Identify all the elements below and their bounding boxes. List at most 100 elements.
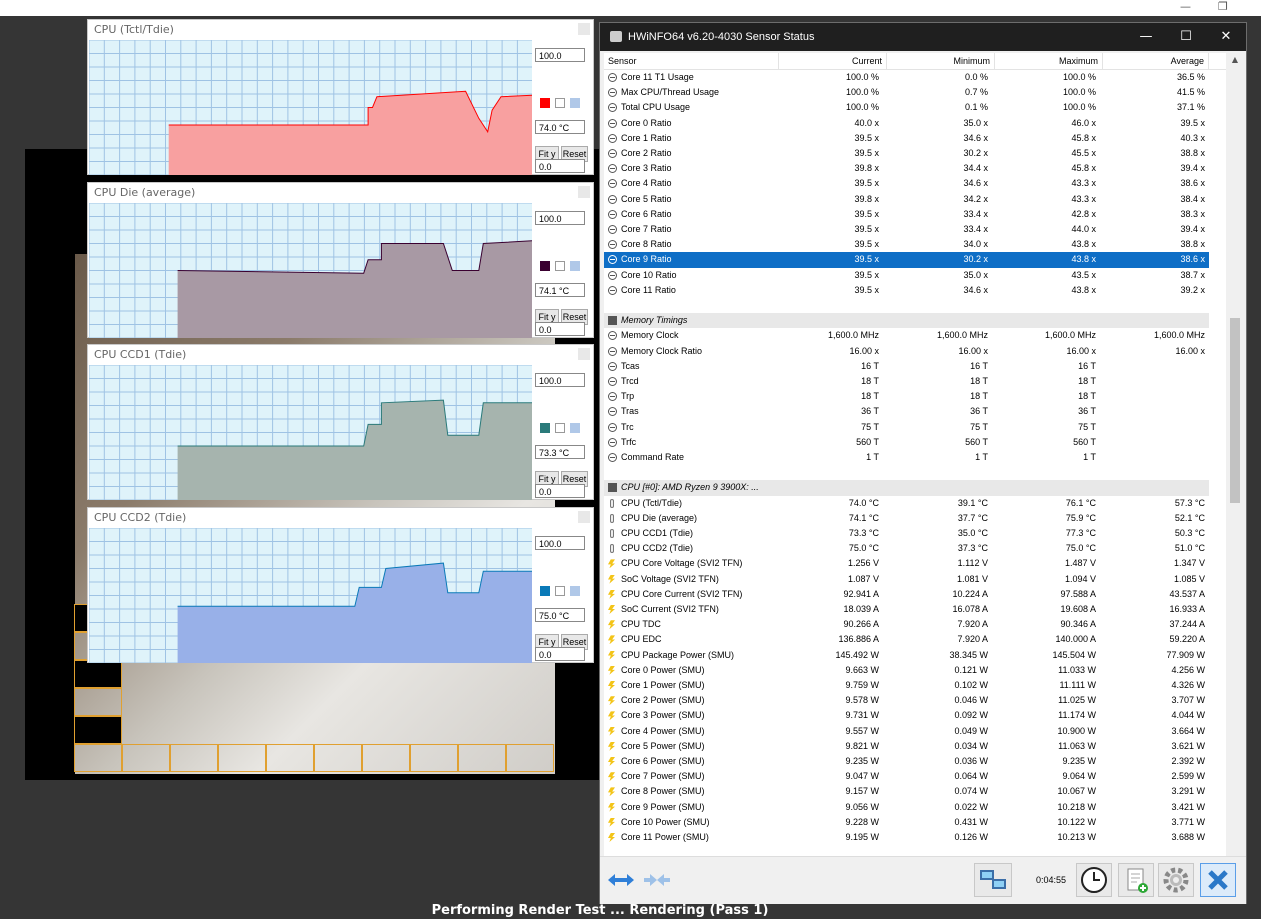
sensor-row[interactable]: CPU (Tctl/Tdie) 74.0 °C 39.1 °C 76.1 °C 57.3…	[604, 496, 1209, 511]
sensor-row[interactable]: Core 0 Ratio 40.0 x 35.0 x 46.0 x 39.5 x	[604, 116, 1209, 131]
vertical-scrollbar[interactable]: ▲ ▼	[1228, 53, 1242, 876]
sensor-average: 1,600.0 MHz	[1153, 330, 1205, 341]
clock-button[interactable]	[1076, 863, 1112, 897]
sensor-row[interactable]: Core 11 Power (SMU) 9.195 W 0.126 W 10.213 …	[604, 830, 1209, 845]
sensor-row[interactable]: Core 9 Ratio 39.5 x 30.2 x 43.8 x 38.6 x	[604, 252, 1209, 268]
sensor-row[interactable]: Trcd 18 T 18 T 18 T	[604, 374, 1209, 389]
sensor-row[interactable]: Core 5 Power (SMU) 9.821 W 0.034 W 11.063 W…	[604, 739, 1209, 754]
sensor-row[interactable]: Trp 18 T 18 T 18 T	[604, 389, 1209, 404]
sensor-row[interactable]: Core 8 Ratio 39.5 x 34.0 x 43.8 x 38.8 x	[604, 237, 1209, 252]
graph-close-icon[interactable]	[578, 511, 590, 523]
graph-close-icon[interactable]	[578, 348, 590, 360]
sensor-row[interactable]: Core 6 Ratio 39.5 x 33.4 x 42.8 x 38.3 x	[604, 207, 1209, 222]
sensor-row[interactable]: Tras 36 T 36 T 36 T	[604, 404, 1209, 419]
sensor-row[interactable]: CPU TDC 90.266 A 7.920 A 90.346 A 37.244 A	[604, 617, 1209, 632]
sensor-row[interactable]: Tcas 16 T 16 T 16 T	[604, 359, 1209, 374]
graph-close-icon[interactable]	[578, 186, 590, 198]
sensor-row[interactable]: SoC Current (SVI2 TFN) 18.039 A 16.078 A 19…	[604, 602, 1209, 617]
sensor-maximum: 75.0 °C	[1065, 543, 1096, 554]
sensor-row[interactable]: Core 10 Power (SMU) 9.228 W 0.431 W 10.122 …	[604, 815, 1209, 830]
sensor-row[interactable]: Core 3 Power (SMU) 9.731 W 0.092 W 11.174 W…	[604, 708, 1209, 723]
sensor-row[interactable]: CPU Package Power (SMU) 145.492 W 38.345 W…	[604, 648, 1209, 663]
sensor-row[interactable]: Core 7 Ratio 39.5 x 33.4 x 44.0 x 39.4 x	[604, 222, 1209, 237]
sensor-average: 38.6 x	[1180, 178, 1205, 189]
graph-max-field[interactable]: 100.0	[535, 48, 585, 62]
grid-color-swatch[interactable]	[570, 586, 580, 596]
sensor-row[interactable]: CPU Core Voltage (SVI2 TFN) 1.256 V 1.112 …	[604, 556, 1209, 571]
sensor-row[interactable]	[604, 465, 1209, 480]
maximize-button[interactable]: ☐	[1166, 23, 1206, 51]
sensor-row[interactable]: Core 3 Ratio 39.8 x 34.4 x 45.8 x 39.4 x	[604, 161, 1209, 176]
sensor-row[interactable]	[604, 298, 1209, 313]
sensor-row[interactable]: Trfc 560 T 560 T 560 T	[604, 435, 1209, 450]
sensor-group-row[interactable]: Memory Timings	[604, 313, 1209, 329]
sensor-row[interactable]: Core 10 Ratio 39.5 x 35.0 x 43.5 x 38.7 x	[604, 268, 1209, 283]
background-color-swatch[interactable]	[555, 261, 565, 271]
graph-max-field[interactable]: 100.0	[535, 536, 585, 550]
sensor-row[interactable]: Core 2 Ratio 39.5 x 30.2 x 45.5 x 38.8 x	[604, 146, 1209, 161]
graph-min-field[interactable]: 0.0	[535, 322, 585, 336]
graph-max-field[interactable]: 100.0	[535, 373, 585, 387]
sensor-row[interactable]: CPU CCD2 (Tdie) 75.0 °C 37.3 °C 75.0 °C 51.0…	[604, 541, 1209, 556]
series-color-swatch[interactable]	[540, 261, 550, 271]
sensor-row[interactable]: Core 9 Power (SMU) 9.056 W 0.022 W 10.218 W…	[604, 800, 1209, 815]
sensor-row[interactable]: Core 4 Power (SMU) 9.557 W 0.049 W 10.900 W…	[604, 724, 1209, 739]
sensor-row[interactable]: Core 1 Ratio 39.5 x 34.6 x 45.8 x 40.3 x	[604, 131, 1209, 146]
settings-button[interactable]	[1158, 863, 1194, 897]
sensor-row[interactable]: Core 5 Ratio 39.8 x 34.2 x 43.3 x 38.4 x	[604, 192, 1209, 207]
grid-color-swatch[interactable]	[570, 423, 580, 433]
sensor-row[interactable]: Core 11 T1 Usage 100.0 % 0.0 % 100.0 % 36.5 …	[604, 70, 1209, 85]
sensor-row[interactable]: Core 7 Power (SMU) 9.047 W 0.064 W 9.064 W 2…	[604, 769, 1209, 784]
sensor-row[interactable]: Memory Clock Ratio 16.00 x 16.00 x 16.00 x 1…	[604, 344, 1209, 359]
nav-arrows-alt-button[interactable]	[640, 863, 674, 897]
scrollbar-thumb[interactable]	[1230, 318, 1240, 503]
sensor-row[interactable]: CPU EDC 136.886 A 7.920 A 140.000 A 59.220 A	[604, 632, 1209, 647]
sensor-minimum: 1 T	[975, 452, 988, 462]
sensor-row[interactable]: CPU Core Current (SVI2 TFN) 92.941 A 10.22…	[604, 587, 1209, 602]
sensor-group-row[interactable]: CPU [#0]: AMD Ryzen 9 3900X: ...	[604, 480, 1209, 496]
sensor-row[interactable]: Command Rate 1 T 1 T 1 T	[604, 450, 1209, 465]
nav-arrows-button[interactable]	[604, 863, 638, 897]
clock-icon	[608, 255, 617, 265]
grid-color-swatch[interactable]	[570, 261, 580, 271]
sensor-row[interactable]: Core 8 Power (SMU) 9.157 W 0.074 W 10.067 W…	[604, 784, 1209, 799]
graph-min-field[interactable]: 0.0	[535, 159, 585, 173]
outer-minimize-button[interactable]: —	[1180, 0, 1191, 13]
column-header-maximum[interactable]: Maximum	[995, 53, 1103, 69]
sensor-row[interactable]: Core 6 Power (SMU) 9.235 W 0.036 W 9.235 W 2…	[604, 754, 1209, 769]
sensor-row[interactable]: Core 0 Power (SMU) 9.663 W 0.121 W 11.033 W…	[604, 663, 1209, 678]
outer-restore-button[interactable]: ❐	[1218, 0, 1228, 13]
series-color-swatch[interactable]	[540, 98, 550, 108]
sensor-row[interactable]: Core 2 Power (SMU) 9.578 W 0.046 W 11.025 W…	[604, 693, 1209, 708]
sensor-row[interactable]: Core 4 Ratio 39.5 x 34.6 x 43.3 x 38.6 x	[604, 176, 1209, 191]
column-header-minimum[interactable]: Minimum	[887, 53, 995, 69]
series-color-swatch[interactable]	[540, 423, 550, 433]
graph-min-field[interactable]: 0.0	[535, 647, 585, 661]
graph-min-field[interactable]: 0.0	[535, 484, 585, 498]
sensor-row[interactable]: Core 1 Power (SMU) 9.759 W 0.102 W 11.111 W…	[604, 678, 1209, 693]
graph-close-icon[interactable]	[578, 23, 590, 35]
sensor-row[interactable]: CPU Die (average) 74.1 °C 37.7 °C 75.9 °C 52…	[604, 511, 1209, 526]
sensor-row[interactable]: SoC Voltage (SVI2 TFN) 1.087 V 1.081 V 1.09…	[604, 572, 1209, 587]
sensor-row[interactable]: Core 11 Ratio 39.5 x 34.6 x 43.8 x 39.2 x	[604, 283, 1209, 298]
sensor-row[interactable]: Total CPU Usage 100.0 % 0.1 % 100.0 % 37.1 %	[604, 100, 1209, 115]
minimize-button[interactable]: —	[1126, 23, 1166, 51]
background-color-swatch[interactable]	[555, 423, 565, 433]
series-color-swatch[interactable]	[540, 586, 550, 596]
column-header-sensor[interactable]: Sensor	[604, 53, 779, 69]
column-header-average[interactable]: Average	[1103, 53, 1209, 69]
sensor-row[interactable]: Max CPU/Thread Usage 100.0 % 0.7 % 100.0 % 4…	[604, 85, 1209, 100]
sensor-row[interactable]: Trc 75 T 75 T 75 T	[604, 420, 1209, 435]
background-color-swatch[interactable]	[555, 98, 565, 108]
sensor-row[interactable]: Memory Clock 1,600.0 MHz 1,600.0 MHz 1,600.…	[604, 328, 1209, 343]
sensor-row[interactable]: CPU CCD1 (Tdie) 73.3 °C 35.0 °C 77.3 °C 50.3…	[604, 526, 1209, 541]
network-button[interactable]	[974, 863, 1012, 897]
background-color-swatch[interactable]	[555, 586, 565, 596]
scroll-up-icon[interactable]: ▲	[1228, 53, 1242, 67]
graph-max-field[interactable]: 100.0	[535, 211, 585, 225]
add-report-button[interactable]	[1118, 863, 1154, 897]
close-button[interactable]: ✕	[1206, 23, 1246, 51]
close-sensors-button[interactable]	[1200, 863, 1236, 897]
column-header-current[interactable]: Current	[779, 53, 887, 69]
grid-color-swatch[interactable]	[570, 98, 580, 108]
